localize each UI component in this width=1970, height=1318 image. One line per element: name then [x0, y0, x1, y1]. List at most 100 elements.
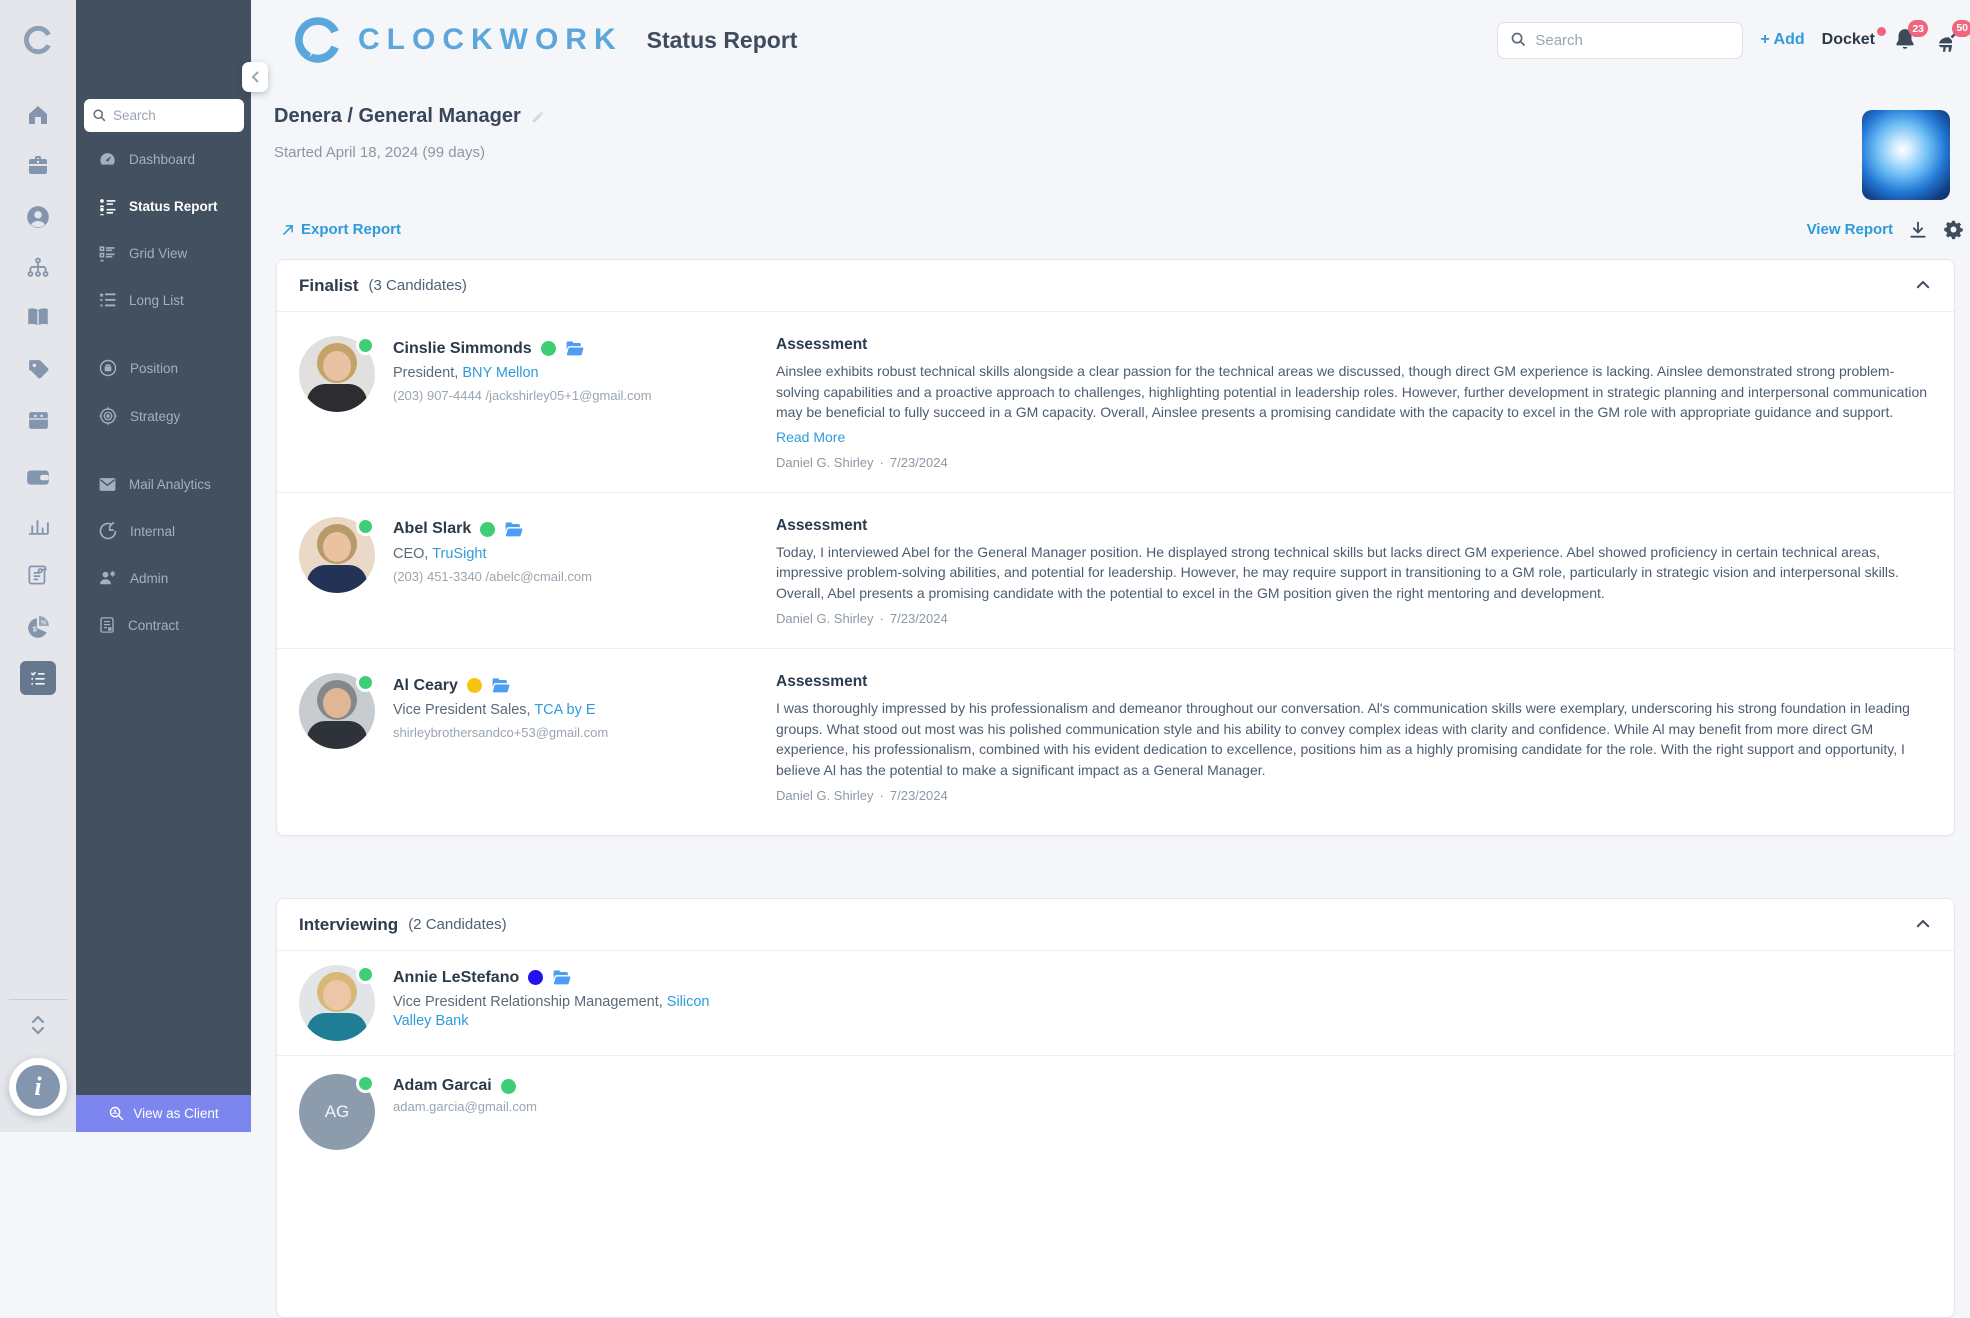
folder-icon[interactable]	[552, 968, 571, 987]
info-button[interactable]: i	[9, 1058, 67, 1116]
view-as-client-button[interactable]: View as Client	[76, 1095, 251, 1132]
company-link[interactable]: BNY Mellon	[462, 365, 538, 381]
assessment-author: Daniel G. Shirley·7/23/2024	[776, 611, 1932, 626]
avatar[interactable]	[299, 965, 375, 1041]
avatar[interactable]	[299, 517, 375, 593]
rail-divider	[9, 999, 67, 1000]
sidebar-item-position[interactable]: Position	[76, 348, 251, 388]
org-chart-icon[interactable]	[0, 248, 76, 288]
candidate-summary: Cinslie Simmonds President, BNY Mellon (…	[299, 336, 776, 470]
candidate-row: Cinslie Simmonds President, BNY Mellon (…	[277, 312, 1954, 492]
book-icon[interactable]	[0, 297, 76, 337]
candidate-summary: Al Ceary Vice President Sales, TCA by E …	[299, 673, 776, 803]
sidebar-collapse-button[interactable]	[242, 62, 268, 92]
avatar[interactable]: AG	[299, 1074, 375, 1150]
position-icon	[98, 358, 118, 378]
sidebar-item-dashboard[interactable]: Dashboard	[76, 139, 251, 179]
clockwork-mini-logo-icon[interactable]	[0, 20, 76, 60]
checklist-icon-selected[interactable]	[20, 661, 56, 695]
sidebar-search-input[interactable]	[113, 108, 223, 123]
contract-icon	[98, 616, 116, 634]
candidate-contact: (203) 907-4444 /jackshirley05+1@gmail.co…	[393, 388, 652, 403]
strategy-icon	[98, 406, 118, 426]
candidate-name[interactable]: Abel Slark	[393, 520, 471, 538]
sidebar-item-grid-view[interactable]: Grid View	[76, 233, 251, 273]
docket-notification-dot	[1877, 27, 1886, 36]
notifications-button[interactable]: 23	[1892, 27, 1918, 53]
sidebar-item-internal[interactable]: Internal	[76, 511, 251, 551]
sidebar-item-strategy[interactable]: Strategy	[76, 396, 251, 436]
page-title-text: Denera / General Manager	[274, 105, 521, 128]
view-as-client-label: View as Client	[133, 1106, 218, 1121]
candidate-name[interactable]: Annie LeStefano	[393, 969, 519, 987]
bar-chart-icon[interactable]	[0, 504, 76, 544]
chevron-up-icon[interactable]	[1914, 915, 1932, 933]
sidebar-item-label: Position	[130, 361, 178, 376]
export-report-link[interactable]: Export Report	[281, 221, 401, 238]
avatar[interactable]	[299, 336, 375, 412]
presence-dot	[356, 336, 375, 355]
svg-text:%: %	[41, 619, 47, 626]
scroll-icon[interactable]	[0, 555, 76, 595]
info-icon: i	[16, 1065, 60, 1109]
clockwork-wordmark: CLOCKWORK	[358, 23, 623, 57]
folder-icon[interactable]	[491, 676, 510, 695]
candidate-contact: shirleybrothersandco+53@gmail.com	[393, 725, 608, 740]
calendar-icon[interactable]	[0, 400, 76, 440]
long-list-icon	[98, 291, 117, 310]
dashboard-icon	[98, 150, 117, 169]
wallet-icon[interactable]	[0, 457, 76, 497]
global-search[interactable]	[1497, 22, 1743, 59]
home-icon[interactable]	[0, 95, 76, 135]
add-button[interactable]: + Add	[1760, 31, 1804, 49]
docket-button[interactable]: Docket	[1822, 31, 1875, 49]
sidebar-item-label: Mail Analytics	[129, 477, 211, 492]
sidebar-item-long-list[interactable]: Long List	[76, 280, 251, 320]
cleanup-button[interactable]: 50	[1935, 27, 1962, 54]
status-report-icon	[98, 197, 117, 216]
read-more-link[interactable]: Read More	[776, 429, 845, 445]
sidebar-item-status-report[interactable]: Status Report	[76, 186, 251, 226]
global-search-input[interactable]	[1535, 32, 1734, 49]
candidate-name[interactable]: Adam Garcai	[393, 1077, 492, 1095]
interviewing-section-header[interactable]: Interviewing (2 Candidates)	[277, 899, 1954, 951]
folder-icon[interactable]	[565, 339, 584, 358]
clockwork-logo-icon	[292, 14, 344, 66]
sidebar-search[interactable]	[84, 99, 244, 132]
sidebar-item-mail-analytics[interactable]: Mail Analytics	[76, 464, 251, 504]
company-link[interactable]: TruSight	[432, 546, 486, 562]
company-link[interactable]: TCA by E	[534, 702, 595, 718]
position-thumbnail-image[interactable]	[1862, 110, 1950, 200]
docket-label: Docket	[1822, 31, 1875, 48]
candidate-name[interactable]: Al Ceary	[393, 677, 458, 695]
contacts-icon[interactable]	[0, 197, 76, 237]
view-report-link[interactable]: View Report	[1807, 221, 1893, 238]
briefcase-icon[interactable]	[0, 145, 76, 185]
assessment-block: Assessment Ainslee exhibits robust techn…	[776, 336, 1932, 470]
tag-icon[interactable]	[0, 349, 76, 389]
edit-title-icon[interactable]	[531, 105, 545, 128]
finalist-section-header[interactable]: Finalist (3 Candidates)	[277, 260, 1954, 312]
sidebar-item-admin[interactable]: Admin	[76, 558, 251, 598]
candidate-title: Vice President Sales, TCA by E	[393, 701, 608, 720]
pie-finance-icon[interactable]: $%	[0, 607, 76, 647]
export-icon	[281, 221, 295, 238]
report-settings-gear-icon[interactable]	[1943, 219, 1964, 240]
sidebar-item-contract[interactable]: Contract	[76, 605, 251, 645]
assessment-text: Ainslee exhibits robust technical skills…	[776, 361, 1932, 423]
status-dot	[467, 678, 482, 693]
presence-dot	[356, 1074, 375, 1093]
presence-dot	[356, 965, 375, 984]
candidate-name[interactable]: Cinslie Simmonds	[393, 340, 532, 358]
page-subtitle: Started April 18, 2024 (99 days)	[274, 144, 485, 161]
section-count: (3 Candidates)	[369, 277, 467, 294]
avatar-initials: AG	[325, 1102, 350, 1122]
folder-icon[interactable]	[504, 520, 523, 539]
rail-collapse-toggle[interactable]	[0, 1014, 76, 1036]
avatar[interactable]	[299, 673, 375, 749]
assessment-heading: Assessment	[776, 517, 1932, 535]
download-icon[interactable]	[1908, 220, 1928, 240]
page-title: Denera / General Manager	[274, 105, 545, 128]
chevron-up-icon[interactable]	[1914, 276, 1932, 294]
page-heading: Status Report	[647, 27, 798, 54]
